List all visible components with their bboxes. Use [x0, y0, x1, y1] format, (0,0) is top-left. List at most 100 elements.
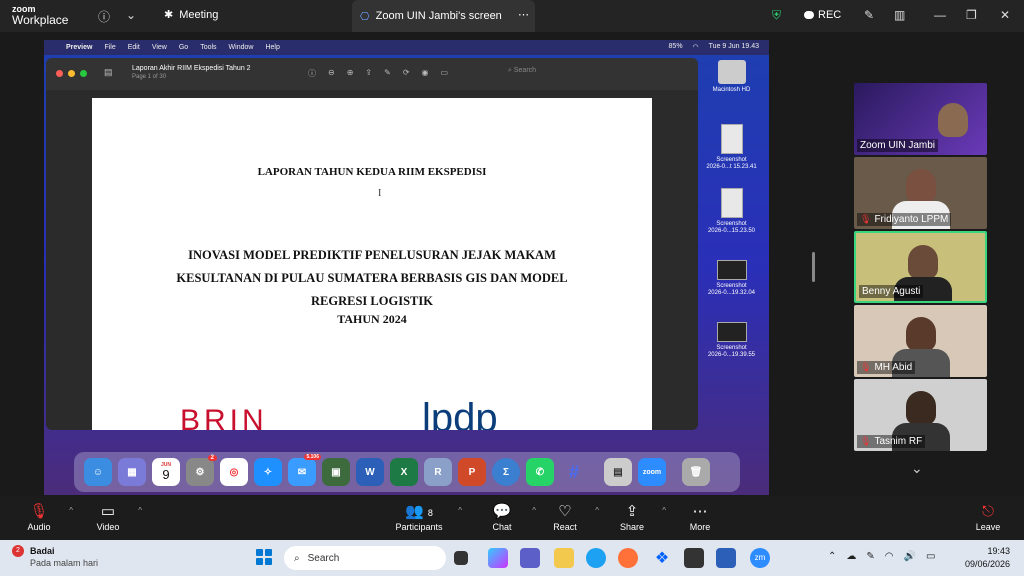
chevron-up-icon[interactable]: ⌃ — [828, 551, 836, 562]
info-icon[interactable]: ⓘ — [308, 68, 316, 79]
file-explorer-icon[interactable] — [554, 548, 574, 568]
restore-icon[interactable]: ❐ — [966, 8, 977, 22]
audio-options-caret-icon[interactable]: ^ — [69, 506, 73, 515]
markup-icon[interactable]: ✎ — [384, 68, 391, 79]
whatsapp-icon[interactable]: ✆ — [526, 458, 554, 486]
minimize-icon[interactable]: — — [934, 8, 946, 22]
zoom-taskbar-icon[interactable]: zm — [750, 548, 770, 568]
more-button[interactable]: ⋯ More — [670, 502, 730, 532]
preview-app-icon[interactable]: ▣ — [322, 458, 350, 486]
shield-icon[interactable]: ⛨ — [772, 8, 781, 23]
powerpoint-icon[interactable]: P — [458, 458, 486, 486]
scanner-icon[interactable]: ▤ — [604, 458, 632, 486]
leave-button[interactable]: ⎋ Leave — [958, 502, 1018, 532]
preview-search[interactable]: ⌕ Search — [508, 67, 536, 75]
minimize-window-button[interactable] — [68, 70, 75, 77]
copilot-icon[interactable] — [488, 548, 508, 568]
menu-file[interactable]: File — [104, 44, 115, 51]
participants-button[interactable]: 👥 8 Participants ^ — [388, 502, 462, 532]
app-icon[interactable] — [684, 548, 704, 568]
weather-widget[interactable]: 2 Badai Pada malam hari — [12, 545, 98, 569]
teams-icon[interactable] — [520, 548, 540, 568]
form-icon[interactable]: ▭ — [441, 68, 449, 79]
zoom-in-icon[interactable]: ⊕ — [347, 68, 354, 79]
desktop-item-screenshot[interactable]: Screenshot 2026-0...t 15.23.41 — [694, 124, 769, 171]
chat-button[interactable]: 💬 Chat ^ — [472, 502, 536, 532]
taskbar-clock[interactable]: 19:43 09/06/2026 — [965, 545, 1010, 571]
panel-resize-handle[interactable] — [812, 252, 815, 282]
pen-icon[interactable]: ✎ — [864, 8, 874, 22]
share-button[interactable]: ⇪ Share ^ — [602, 502, 666, 532]
share-icon[interactable]: ⇪ — [365, 68, 372, 79]
mail-icon[interactable]: ✉ 5.106 — [288, 454, 321, 486]
desktop-item-screenshot[interactable]: Screenshot 2026-0...19.39.55 — [694, 322, 769, 359]
share-options-caret-icon[interactable]: ^ — [662, 506, 666, 515]
trash-icon[interactable]: 🗑 — [682, 458, 710, 486]
wifi-icon[interactable]: ◠ — [885, 551, 894, 562]
rotate-icon[interactable]: ⟳ — [403, 68, 410, 79]
menu-edit[interactable]: Edit — [128, 44, 140, 51]
participant-tile[interactable]: 🎙 Fridiyanto LPPM — [854, 157, 987, 229]
wifi-icon[interactable]: ◠ — [693, 43, 699, 51]
finder-icon[interactable]: ☺ — [84, 458, 112, 486]
start-button[interactable] — [256, 549, 272, 565]
video-options-caret-icon[interactable]: ^ — [138, 506, 142, 515]
battery-icon[interactable]: ▭ — [926, 551, 935, 562]
participants-options-caret-icon[interactable]: ^ — [458, 506, 462, 515]
zoom-window-button[interactable] — [80, 70, 87, 77]
menu-view[interactable]: View — [152, 44, 167, 51]
edge-icon[interactable] — [586, 548, 606, 568]
task-view-icon[interactable] — [454, 551, 468, 565]
r-icon[interactable]: R — [424, 458, 452, 486]
zoom-app-icon[interactable]: zoom — [638, 458, 666, 486]
chrome-icon[interactable]: ◎ — [220, 458, 248, 486]
tab-shared-screen[interactable]: ⎔ Zoom UIN Jambi's screen ⋯ — [352, 0, 535, 32]
react-button[interactable]: ♡ React ^ — [535, 502, 599, 532]
pen-tray-icon[interactable]: ✎ — [866, 551, 874, 562]
taskbar-search[interactable]: ⌕ Search — [284, 546, 446, 570]
zoom-out-icon[interactable]: ⊖ — [328, 68, 335, 79]
recording-indicator[interactable]: REC — [804, 9, 841, 21]
more-options-icon[interactable]: ⋯ — [518, 8, 529, 21]
participant-tile-active[interactable]: Benny Agusti — [854, 231, 987, 303]
video-button[interactable]: ▭ Video ^ — [78, 502, 142, 532]
settings-icon[interactable]: ⚙ 2 — [186, 455, 217, 486]
close-icon[interactable]: ✕ — [1000, 8, 1010, 22]
cloud-icon[interactable]: ☁ — [846, 551, 856, 562]
chevron-down-icon[interactable]: ⌄ — [126, 8, 136, 22]
mic-muted-icon: 🎙 — [860, 214, 872, 224]
info-icon[interactable]: ⓘ — [98, 8, 110, 25]
hashtag-icon[interactable]: # — [560, 458, 588, 486]
tab-meeting[interactable]: ✱ Meeting — [164, 8, 218, 22]
menu-tools[interactable]: Tools — [200, 44, 216, 51]
speaker-icon[interactable]: 🔊 — [904, 551, 916, 562]
desktop-item-screenshot[interactable]: Screenshot 2026-0...15.23.50 — [694, 188, 769, 235]
participant-tile[interactable]: Zoom UIN Jambi — [854, 83, 987, 155]
desktop-item-screenshot[interactable]: Screenshot 2026-0...19.32.04 — [694, 260, 769, 297]
dropbox-icon[interactable]: ❖ — [652, 548, 672, 568]
desktop-item-macintosh-hd[interactable]: Macintosh HD — [694, 60, 769, 94]
spss-icon[interactable]: Σ — [492, 458, 520, 486]
highlight-icon[interactable]: ◉ — [422, 68, 429, 79]
layout-icon[interactable]: ▥ — [894, 8, 905, 22]
participant-tile[interactable]: 🎙 MH Abid — [854, 305, 987, 377]
audio-button[interactable]: 🎙 Audio ^ — [9, 502, 73, 532]
mic-muted-icon: 🎙 — [860, 362, 872, 372]
menu-help[interactable]: Help — [265, 44, 279, 51]
scroll-down-chevron-icon[interactable]: ⌄ — [911, 460, 923, 477]
sidebar-toggle-icon[interactable]: ▤ — [104, 67, 113, 78]
word-taskbar-icon[interactable] — [716, 548, 736, 568]
excel-icon[interactable]: X — [390, 458, 418, 486]
launchpad-icon[interactable]: ▦ — [118, 458, 146, 486]
menu-window[interactable]: Window — [229, 44, 254, 51]
menu-preview[interactable]: Preview — [66, 44, 92, 51]
firefox-icon[interactable] — [618, 548, 638, 568]
mac-datetime[interactable]: Tue 9 Jun 19.43 — [709, 43, 759, 51]
menu-go[interactable]: Go — [179, 44, 188, 51]
close-window-button[interactable] — [56, 70, 63, 77]
safari-icon[interactable]: ✧ — [254, 458, 282, 486]
word-icon[interactable]: W — [356, 458, 384, 486]
react-options-caret-icon[interactable]: ^ — [595, 506, 599, 515]
participant-tile[interactable]: 🎙 Tasnim RF — [854, 379, 987, 451]
calendar-icon[interactable]: JUN 9 — [152, 458, 180, 486]
